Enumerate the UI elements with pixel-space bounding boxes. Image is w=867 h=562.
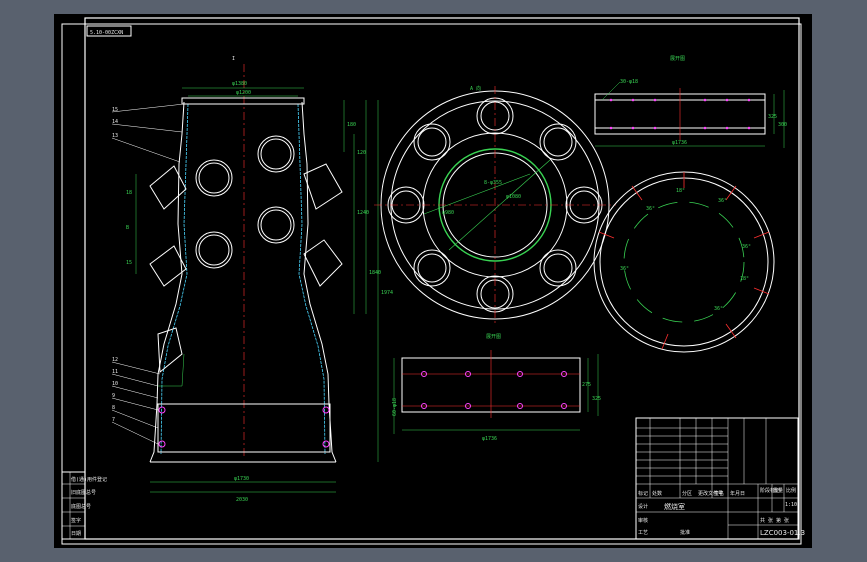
main-section-view: φ1380 φ1200 φ1730 2030 180 120 1240 1840… [111,56,393,503]
dim-left-2: B [126,225,129,231]
developed-bottom-dim-length: φ1736 [482,436,497,442]
tb-weight-hdr: 重量 [773,487,783,494]
left-registry-strip: 借(通)用件登记 旧底图总号 底图总号 签字 日期 [61,471,107,540]
developed-top-dim-h2: 300 [778,122,787,128]
dim-bottom-2: 2030 [236,497,248,503]
dim-right-4: 1840 [369,270,381,276]
strip-1: 借(通)用件登记 [71,476,107,483]
callout-12: 12 [112,357,118,363]
top-view-dim-3: φ980 [442,210,454,216]
callout-14: 14 [112,119,118,125]
dim-right-5: 1974 [381,290,393,296]
section-marker: I [232,56,235,62]
developed-bottom-title: 展开图 [486,334,501,340]
callout-15: 15 [112,107,118,113]
dim-top-2: φ1200 [236,90,251,96]
dim-right-2: 120 [357,150,366,156]
tb-role-approve: 批准 [680,529,690,536]
developed-top-dim-h1: 325 [768,114,777,120]
ring-angle-3: 36° [718,198,727,204]
callout-13: 13 [112,133,118,139]
top-view-dim-1: 8-φ355 [484,180,502,186]
tb-scale-hdr: 比例 [786,487,796,494]
cad-drawing: 5.10-00ZCXN φ1380 φ1200 φ1730 2030 180 1… [61,17,805,545]
dim-left-1: 18 [126,190,132,196]
developed-top-dim-length: φ1736 [672,140,687,146]
strip-2: 旧底图总号 [71,489,96,496]
tb-label-sign: 签名 [714,490,724,497]
strip-4: 签字 [71,517,81,524]
tb-role-review: 审核 [638,517,648,524]
dim-bottom-1: φ1730 [234,476,249,482]
ring-angle-6: 36° [714,306,723,312]
strip-5: 日期 [71,531,81,537]
ring-angle-5: 18° [740,276,749,282]
ring-angle-4: 36° [742,244,751,250]
tb-drawing-no: LZC003-01.3 [760,529,805,537]
ring-angle-2: 18° [676,188,685,194]
top-view-title: A 向 [470,85,481,92]
tb-scale-value: 1:10 [785,502,797,508]
top-view: A 向 8-φ355 φ1080 φ980 [374,85,616,324]
strip-3: 底图总号 [71,503,91,510]
developed-top-dim-holes: 30-φ18 [620,79,638,85]
tb-role-process: 工艺 [638,530,648,536]
developed-view-top: 展开图 30-φ18 φ1736 325 300 [594,56,787,148]
tb-label-zone: 分区 [682,490,692,497]
tb-part-name: 燃烧室 [664,502,685,511]
title-block: 标记 处数 分区 更改文件号 签名 年月日 设计 审核 工艺 批准 燃烧室 阶段… [635,417,805,540]
developed-view-bottom: 展开图 φ1736 275 325 60-φ18 [392,334,601,442]
tb-label-count: 处数 [652,490,662,497]
tb-role-design: 设计 [638,503,648,510]
outer-frame [61,23,802,545]
callout-7: 7 [112,417,115,423]
developed-bottom-dim-h2: 325 [592,396,601,402]
dim-left-3: 15 [126,260,132,266]
code-stamp: 5.10-00ZCXN [90,30,123,36]
callout-9: 9 [112,393,115,399]
developed-bottom-dim-holes: 60-φ18 [392,398,398,416]
developed-top-title: 展开图 [670,56,685,62]
tb-label-date: 年月日 [730,490,745,497]
top-view-dim-2: φ1080 [506,194,521,200]
ring-angle-7: 36° [620,266,629,272]
ring-angle-1: 36° [646,206,655,212]
developed-bottom-dim-h1: 275 [582,382,591,388]
tb-label-mark: 标记 [638,490,648,497]
callout-11: 11 [112,369,118,375]
callout-10: 10 [112,381,118,387]
dim-right-1: 180 [347,122,356,128]
tb-sheet: 共 张 第 张 [760,517,789,524]
callout-8: 8 [112,405,115,411]
ring-view: 36° 18° 36° 36° 18° 36° 36° [593,171,775,353]
drawing-canvas[interactable]: 5.10-00ZCXN φ1380 φ1200 φ1730 2030 180 1… [54,14,812,548]
dim-right-3: 1240 [357,210,369,216]
dim-top-1: φ1380 [232,81,247,87]
